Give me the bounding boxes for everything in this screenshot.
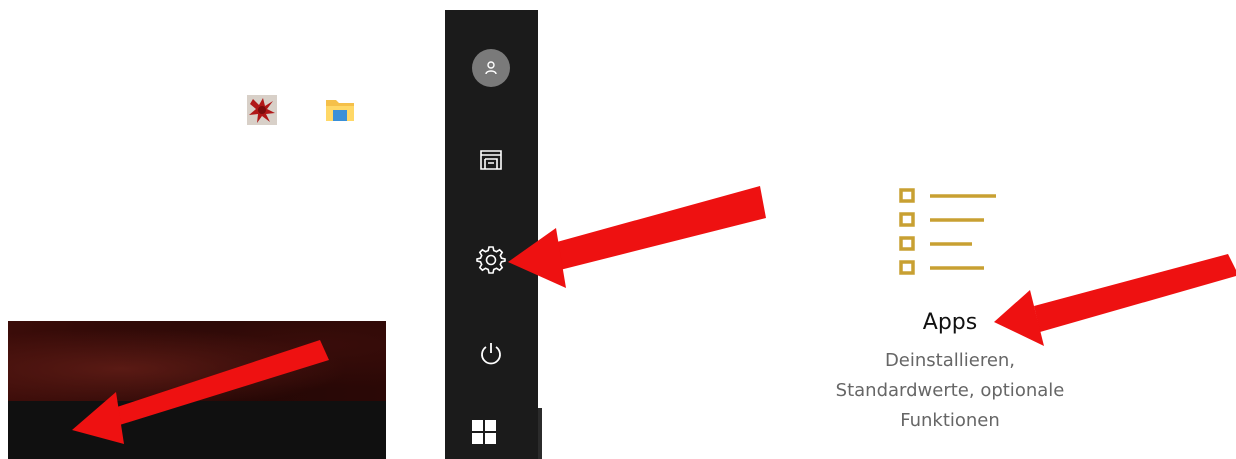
documents-folder-icon [480, 150, 502, 170]
taskbar-screenshot [8, 321, 386, 459]
start-menu-edge [538, 408, 542, 459]
settings-button[interactable] [467, 235, 515, 283]
apps-settings-tile[interactable]: Apps Deinstallieren, Standardwerte, opti… [790, 180, 1110, 450]
power-icon [481, 343, 501, 365]
apps-description-line: Funktionen [900, 410, 1000, 431]
taskbar [8, 401, 386, 459]
cortana-circle-icon[interactable] [100, 93, 134, 127]
windows-start-icon [472, 420, 496, 444]
desktop-wallpaper [8, 321, 386, 401]
apps-description: Deinstallieren, Standardwerte, optionale… [790, 346, 1110, 436]
arrow-to-settings-gear [508, 186, 766, 288]
settings-gear-icon [476, 246, 506, 274]
task-view-icon[interactable] [170, 93, 204, 127]
app-red-splat-icon[interactable] [245, 93, 279, 127]
apps-description-line: Deinstallieren, [884, 350, 1016, 371]
start-button[interactable] [460, 408, 508, 456]
apps-title: Apps [922, 310, 978, 335]
file-explorer-icon[interactable] [323, 93, 357, 127]
apps-description-line: Standardwerte, optionale [835, 380, 1065, 401]
apps-list-icon [899, 188, 996, 275]
power-button[interactable] [467, 330, 515, 378]
user-avatar-icon [472, 49, 510, 87]
windows-start-icon[interactable] [26, 93, 60, 127]
user-avatar-button[interactable] [467, 44, 515, 92]
documents-button[interactable] [467, 136, 515, 184]
